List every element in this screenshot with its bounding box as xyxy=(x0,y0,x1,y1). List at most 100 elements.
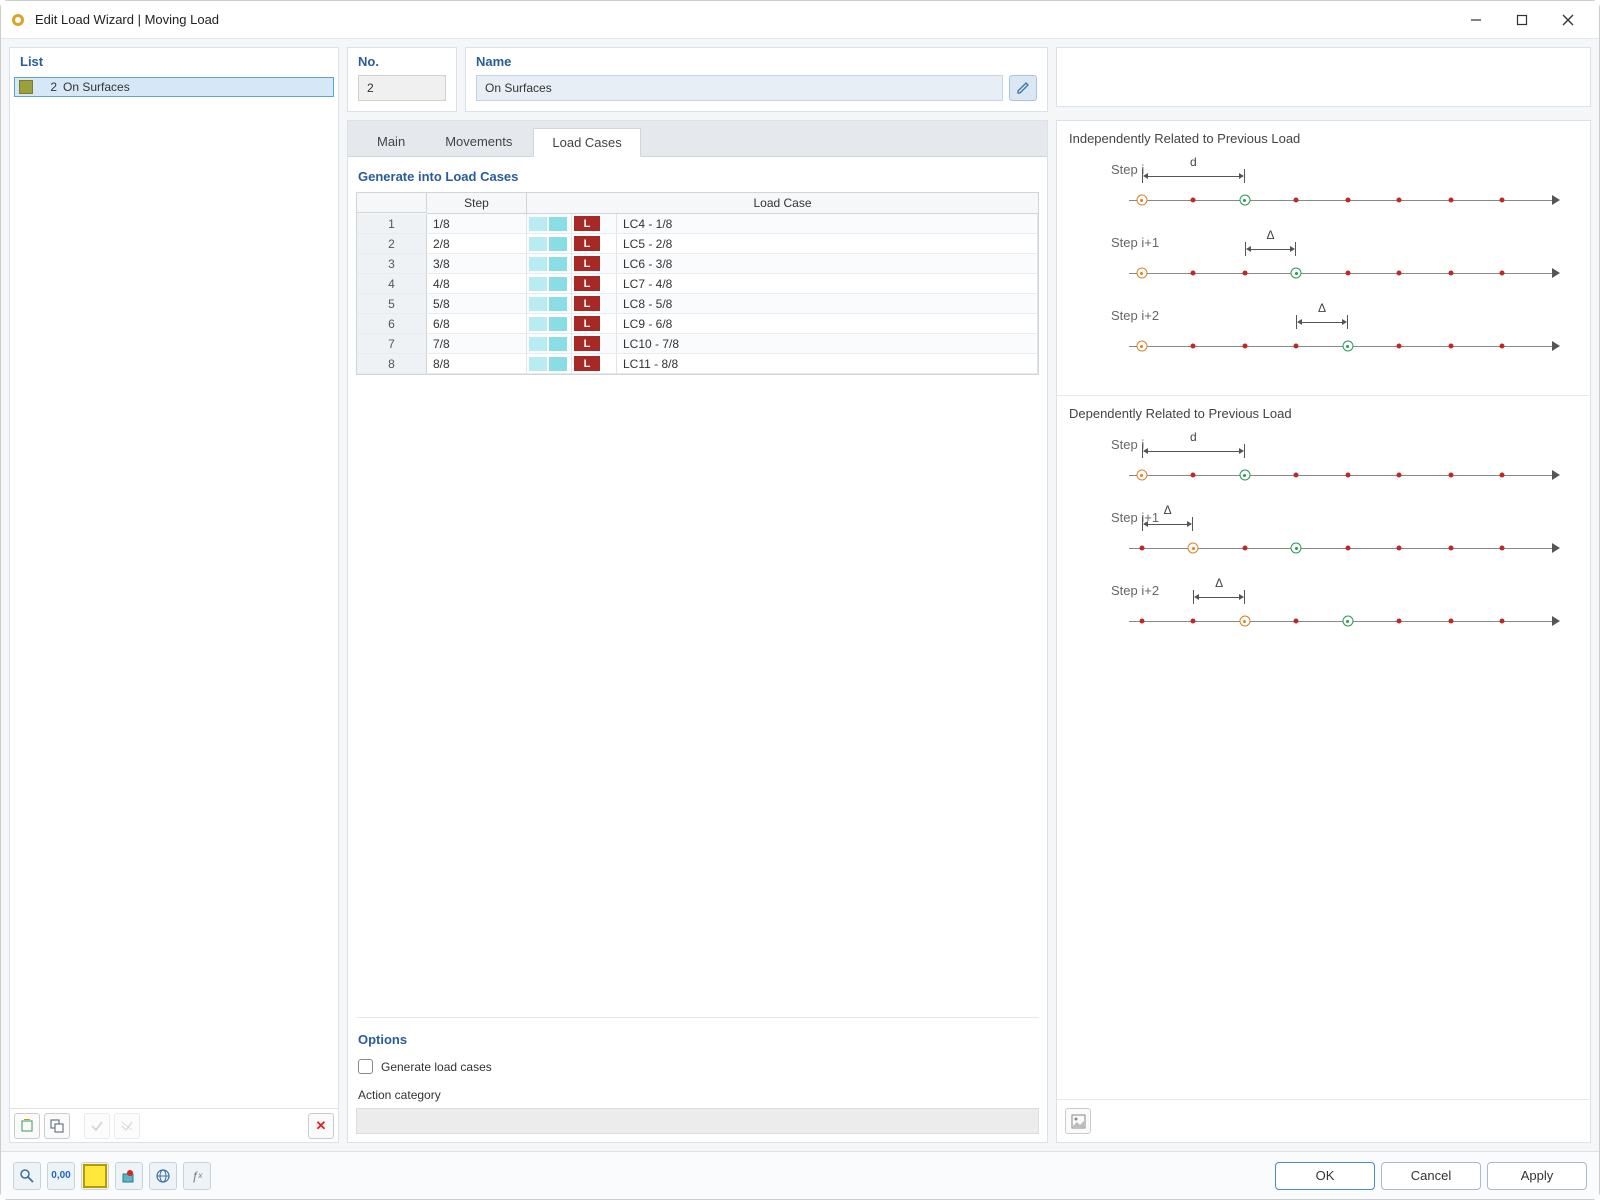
name-input[interactable]: On Surfaces xyxy=(476,75,1003,101)
dot-icon xyxy=(1500,271,1505,276)
table-row[interactable]: 88/8LLC11 - 8/8 xyxy=(357,354,1038,374)
list-item[interactable]: 2 On Surfaces xyxy=(14,77,334,97)
step-cell: 7/8 xyxy=(427,334,527,354)
track: d xyxy=(1129,462,1558,488)
badge-cell: L xyxy=(572,234,617,254)
dot-icon xyxy=(1139,619,1144,624)
units-button[interactable]: 0,00 xyxy=(47,1162,75,1190)
start-marker-icon xyxy=(1136,195,1147,206)
content-area: List 2 On Surfaces ✕ xyxy=(1,39,1599,1151)
row-number: 3 xyxy=(357,254,427,274)
layers-button[interactable] xyxy=(115,1162,143,1190)
col-loadcase: Load Case xyxy=(527,193,1038,214)
start-marker-icon xyxy=(1136,268,1147,279)
magnifier-icon xyxy=(19,1168,35,1184)
tab-movements[interactable]: Movements xyxy=(426,127,531,156)
copy-item-button[interactable] xyxy=(44,1113,70,1139)
number-field-box: No. 2 xyxy=(347,47,457,112)
step-cell: 1/8 xyxy=(427,214,527,234)
script-button[interactable]: ƒx xyxy=(183,1162,211,1190)
independent-section: Independently Related to Previous Load S… xyxy=(1057,121,1590,396)
swatch-cell xyxy=(527,314,572,334)
new-item-button[interactable] xyxy=(14,1113,40,1139)
edit-name-button[interactable] xyxy=(1009,75,1037,101)
dot-icon xyxy=(1397,546,1402,551)
globe-button[interactable] xyxy=(149,1162,177,1190)
step-block: Step i+2Δ xyxy=(1069,583,1578,634)
uncheck-button[interactable] xyxy=(114,1113,140,1139)
globe-icon xyxy=(155,1168,171,1184)
tab-main[interactable]: Main xyxy=(358,127,424,156)
table-row[interactable]: 55/8LLC8 - 5/8 xyxy=(357,294,1038,314)
table-row[interactable]: 66/8LLC9 - 6/8 xyxy=(357,314,1038,334)
table-row[interactable]: 22/8LLC5 - 2/8 xyxy=(357,234,1038,254)
cancel-button[interactable]: Cancel xyxy=(1381,1162,1481,1190)
loadcase-cell: LC9 - 6/8 xyxy=(617,314,1038,334)
row-number: 4 xyxy=(357,274,427,294)
list-item-index: 2 xyxy=(39,80,57,94)
action-category-field[interactable] xyxy=(356,1108,1039,1134)
table-row[interactable]: 33/8 LLC6 - 3/8 xyxy=(357,254,1038,274)
track: Δ xyxy=(1129,608,1558,634)
tab-load-cases[interactable]: Load Cases xyxy=(533,128,640,157)
list-toolbar: ✕ xyxy=(10,1108,338,1142)
diagram-toolbar xyxy=(1057,1099,1590,1142)
table-row[interactable]: 77/8LLC10 - 7/8 xyxy=(357,334,1038,354)
grid-body: 11/8LLC4 - 1/822/8LLC5 - 2/833/8LLC6 - 3… xyxy=(357,214,1038,374)
color-swatch-icon xyxy=(19,80,33,94)
dot-icon xyxy=(1345,546,1350,551)
dot-icon xyxy=(1500,198,1505,203)
table-row[interactable]: 11/8LLC4 - 1/8 xyxy=(357,214,1038,234)
list-header: List xyxy=(10,48,338,75)
table-row[interactable]: 44/8LLC7 - 4/8 xyxy=(357,274,1038,294)
dot-icon xyxy=(1345,473,1350,478)
preview-box xyxy=(1056,47,1591,107)
end-marker-icon xyxy=(1342,341,1353,352)
dimension-icon: Δ xyxy=(1296,315,1347,329)
right-area: No. 2 Name On Surfaces Main Movements xyxy=(347,47,1591,1143)
dot-icon xyxy=(1397,473,1402,478)
diagram-panel: Independently Related to Previous Load S… xyxy=(1056,120,1591,1143)
dot-icon xyxy=(1448,619,1453,624)
badge-cell: L xyxy=(572,274,617,294)
diagram-options-button[interactable] xyxy=(1065,1108,1091,1134)
close-button[interactable] xyxy=(1545,1,1591,39)
ok-button[interactable]: OK xyxy=(1275,1162,1375,1190)
dot-icon xyxy=(1294,344,1299,349)
check-button[interactable] xyxy=(84,1113,110,1139)
generate-checkbox-row[interactable]: Generate load cases xyxy=(356,1055,1039,1078)
dimension-icon: Δ xyxy=(1193,590,1244,604)
list-panel: List 2 On Surfaces ✕ xyxy=(9,47,339,1143)
badge-cell: L xyxy=(572,254,617,274)
step-label: Step i+1 xyxy=(1069,235,1578,250)
dot-icon xyxy=(1500,619,1505,624)
start-marker-icon xyxy=(1136,470,1147,481)
step-cell: 5/8 xyxy=(427,294,527,314)
number-input[interactable]: 2 xyxy=(358,75,446,101)
minimize-button[interactable] xyxy=(1453,1,1499,39)
dot-icon xyxy=(1448,271,1453,276)
dot-icon xyxy=(1345,198,1350,203)
dependent-title: Dependently Related to Previous Load xyxy=(1069,406,1578,421)
row-number: 8 xyxy=(357,354,427,374)
loadcase-cell: LC6 - 3/8 xyxy=(617,254,1038,274)
dot-icon xyxy=(1448,344,1453,349)
loadcase-cell: LC8 - 5/8 xyxy=(617,294,1038,314)
step-block: Step i+1 Δ xyxy=(1069,235,1578,286)
track: Δ xyxy=(1129,260,1558,286)
step-block: Step id xyxy=(1069,162,1578,213)
dot-icon xyxy=(1242,271,1247,276)
delete-button[interactable]: ✕ xyxy=(308,1113,334,1139)
dimension-icon: Δ xyxy=(1142,517,1193,531)
apply-button[interactable]: Apply xyxy=(1487,1162,1587,1190)
color-button[interactable] xyxy=(81,1162,109,1190)
window-title: Edit Load Wizard | Moving Load xyxy=(35,12,219,27)
dot-icon xyxy=(1294,473,1299,478)
step-cell: 2/8 xyxy=(427,234,527,254)
footer: 0,00 ƒx OK Cancel Apply xyxy=(1,1151,1599,1199)
loadcase-cell: LC4 - 1/8 xyxy=(617,214,1038,234)
step-cell: 3/8 xyxy=(427,254,527,274)
dot-icon xyxy=(1448,198,1453,203)
help-button[interactable] xyxy=(13,1162,41,1190)
maximize-button[interactable] xyxy=(1499,1,1545,39)
